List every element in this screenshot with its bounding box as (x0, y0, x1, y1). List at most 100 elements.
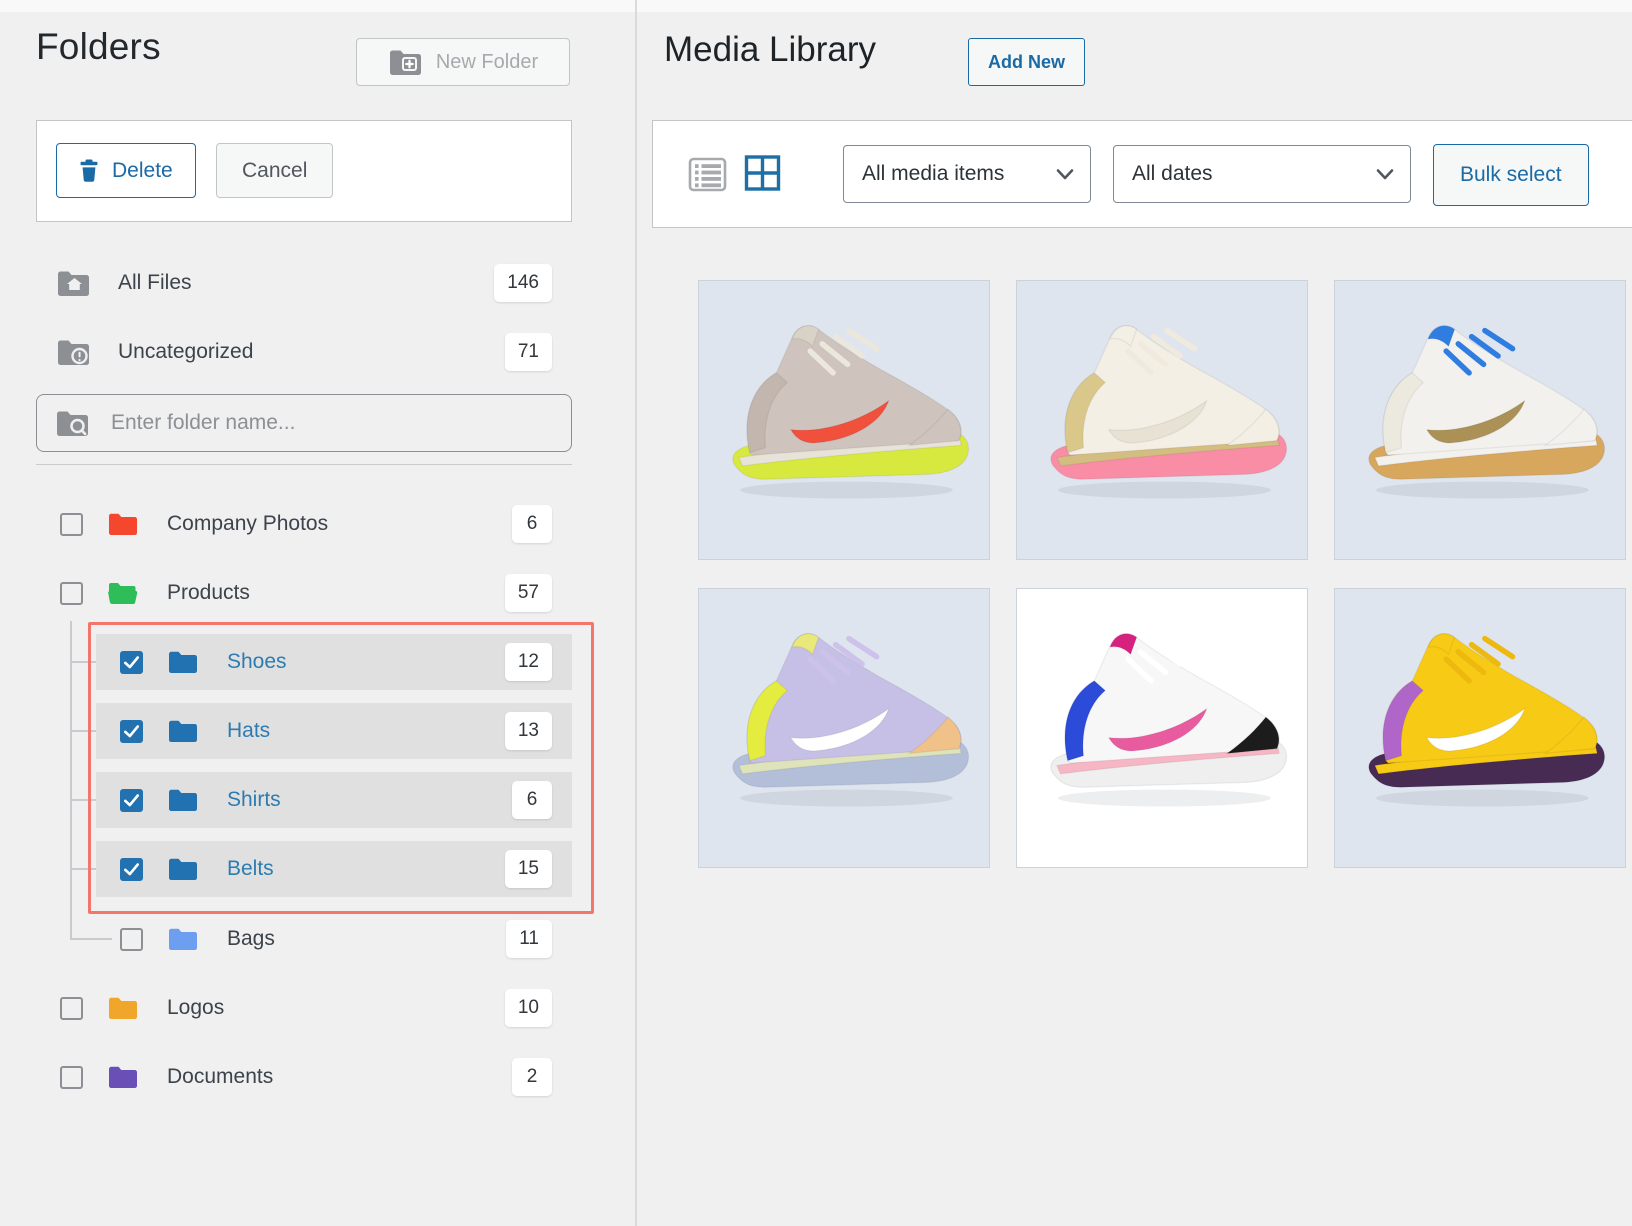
shoe-image (1335, 281, 1625, 559)
folder-alert-icon (56, 337, 92, 367)
folder-plus-icon (388, 47, 424, 77)
media-type-filter-value: All media items (862, 162, 1004, 186)
folder-row-belts[interactable]: Belts 15 (96, 841, 572, 897)
folder-checkbox[interactable] (60, 513, 83, 536)
folder-count-badge: 6 (512, 505, 552, 543)
folder-count-badge: 10 (505, 989, 552, 1027)
shoe-image (699, 589, 989, 867)
media-toolbar: All media items All dates Bulk select (652, 120, 1632, 228)
folder-row-documents[interactable]: Documents 2 (36, 1049, 572, 1105)
folder-count-badge: 15 (505, 850, 552, 888)
media-item[interactable] (1334, 280, 1626, 560)
new-folder-button[interactable]: New Folder (356, 38, 570, 86)
folder-checkbox-checked[interactable] (120, 651, 143, 674)
trash-icon (79, 159, 99, 182)
folder-label: Documents (167, 1065, 273, 1089)
delete-button[interactable]: Delete (56, 143, 196, 198)
folder-label: Bags (227, 927, 275, 951)
date-filter-value: All dates (1132, 162, 1213, 186)
panel-divider (635, 0, 637, 1226)
media-item[interactable] (698, 280, 990, 560)
shoe-image (1335, 589, 1625, 867)
chevron-down-icon (1376, 168, 1394, 180)
folder-label: Hats (227, 719, 270, 743)
folder-count-badge: 2 (512, 1058, 552, 1096)
folder-icon (167, 649, 199, 675)
folder-icon (107, 995, 139, 1021)
all-files-label: All Files (118, 271, 192, 295)
check-icon (122, 858, 141, 881)
folder-icon (107, 1064, 139, 1090)
top-edge-strip (0, 0, 1632, 12)
shoe-image (1017, 589, 1307, 867)
grid-view-icon[interactable] (741, 152, 784, 195)
folder-row-products[interactable]: Products 57 (36, 565, 572, 621)
folder-count-badge: 11 (506, 920, 552, 958)
cancel-button[interactable]: Cancel (216, 143, 333, 198)
folder-checkbox[interactable] (60, 997, 83, 1020)
folder-row-bags[interactable]: Bags 11 (96, 911, 572, 967)
folder-checkbox-checked[interactable] (120, 720, 143, 743)
uncategorized-label: Uncategorized (118, 340, 253, 364)
open-folder-icon (107, 580, 139, 606)
folder-count-badge: 57 (505, 574, 552, 612)
tree-divider (36, 464, 572, 465)
all-files-count-badge: 146 (494, 264, 552, 302)
list-view-icon[interactable] (687, 154, 728, 195)
uncategorized-row[interactable]: Uncategorized 71 (36, 327, 572, 377)
folder-label: Shirts (227, 788, 281, 812)
folder-checkbox-checked[interactable] (120, 789, 143, 812)
folder-label: Shoes (227, 650, 287, 674)
media-library-title: Media Library (664, 30, 876, 70)
chevron-down-icon (1056, 168, 1074, 180)
folder-label: Company Photos (167, 512, 328, 536)
folder-checkbox-checked[interactable] (120, 858, 143, 881)
add-new-button[interactable]: Add New (968, 38, 1085, 86)
folder-checkbox[interactable] (60, 582, 83, 605)
folder-icon (167, 856, 199, 882)
folder-count-badge: 13 (505, 712, 552, 750)
delete-label: Delete (112, 159, 173, 183)
folders-title: Folders (36, 26, 161, 68)
folder-count-badge: 12 (505, 643, 552, 681)
media-type-filter[interactable]: All media items (843, 145, 1091, 203)
tree-line (70, 868, 96, 870)
tree-line (70, 621, 72, 939)
folder-label: Belts (227, 857, 274, 881)
folder-home-icon (56, 268, 92, 298)
cancel-label: Cancel (242, 159, 307, 183)
folder-icon (167, 718, 199, 744)
folder-row-shoes[interactable]: Shoes 12 (96, 634, 572, 690)
media-item[interactable] (1016, 280, 1308, 560)
folder-search-icon (55, 408, 91, 438)
check-icon (122, 651, 141, 674)
new-folder-label: New Folder (436, 51, 538, 74)
folder-label: Products (167, 581, 250, 605)
check-icon (122, 720, 141, 743)
uncategorized-count-badge: 71 (505, 333, 552, 371)
folder-checkbox[interactable] (60, 1066, 83, 1089)
media-library-page: Folders New Folder Delete Cancel All Fil… (0, 0, 1632, 1226)
folder-row-shirts[interactable]: Shirts 6 (96, 772, 572, 828)
shoe-image (1017, 281, 1307, 559)
folder-icon (167, 926, 199, 952)
bulk-select-button[interactable]: Bulk select (1433, 144, 1589, 206)
media-item[interactable] (698, 588, 990, 868)
bulk-actions-box: Delete Cancel (36, 120, 572, 222)
folder-row-logos[interactable]: Logos 10 (36, 980, 572, 1036)
folder-count-badge: 6 (512, 781, 552, 819)
folder-checkbox[interactable] (120, 928, 143, 951)
tree-line (70, 661, 96, 663)
folder-search-input[interactable] (109, 410, 513, 436)
media-item[interactable] (1334, 588, 1626, 868)
folder-row-company-photos[interactable]: Company Photos 6 (36, 496, 572, 552)
folder-row-hats[interactable]: Hats 13 (96, 703, 572, 759)
folder-search-box (36, 394, 572, 452)
folder-icon (167, 787, 199, 813)
folder-icon (107, 511, 139, 537)
media-item[interactable] (1016, 588, 1308, 868)
folder-label: Logos (167, 996, 224, 1020)
all-files-row[interactable]: All Files 146 (36, 258, 572, 308)
check-icon (122, 789, 141, 812)
date-filter[interactable]: All dates (1113, 145, 1411, 203)
